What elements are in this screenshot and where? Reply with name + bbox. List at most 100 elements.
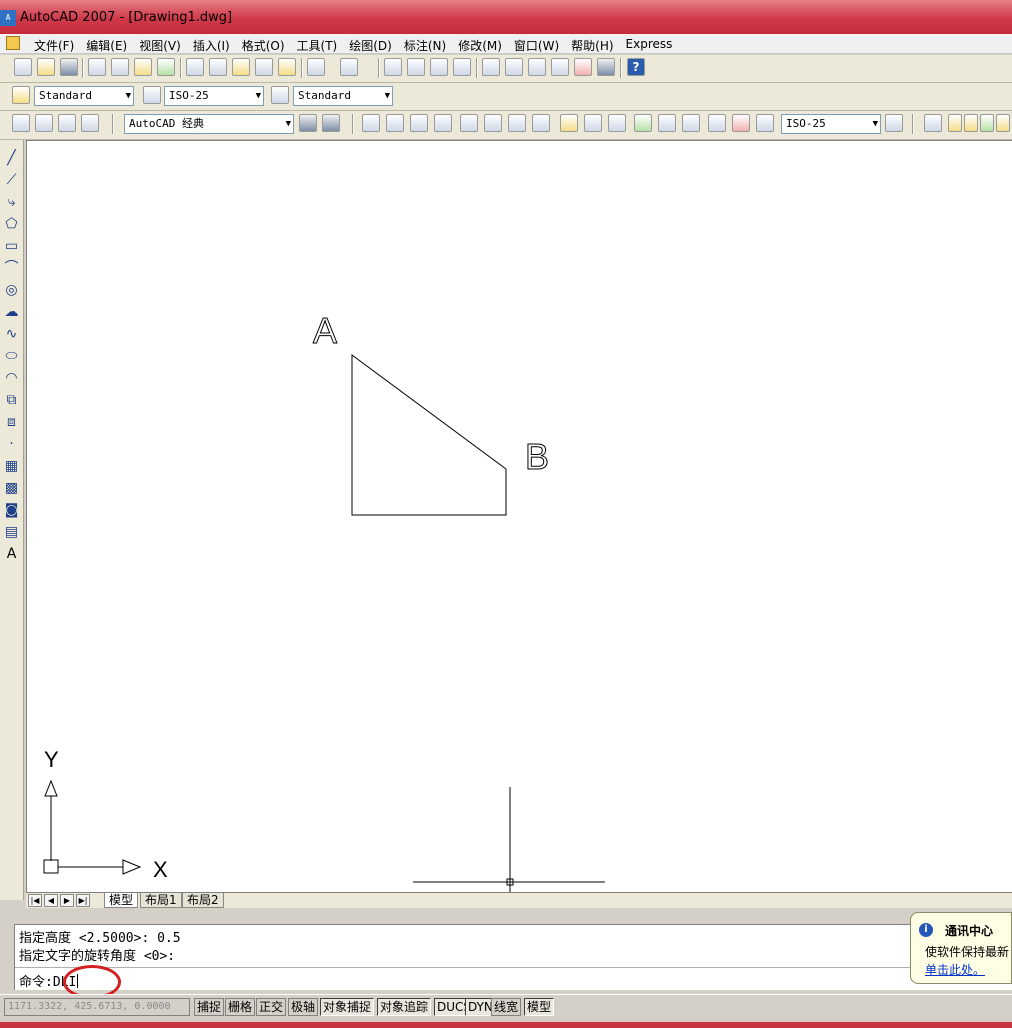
workspace-select[interactable]: AutoCAD 经典 ▼	[124, 114, 294, 134]
model-toggle[interactable]: 模型	[524, 998, 555, 1016]
aligned-dimension-icon[interactable]	[386, 114, 404, 132]
grid-toggle[interactable]: 栅格	[225, 998, 256, 1016]
tolerance-icon[interactable]	[658, 114, 676, 132]
polygon-icon[interactable]: ⬠	[3, 216, 20, 233]
publish-icon[interactable]	[134, 58, 152, 76]
arc-icon[interactable]: ⌒	[3, 260, 20, 277]
menu-help[interactable]: 帮助(H)	[565, 36, 619, 55]
viewport-icon[interactable]	[58, 114, 76, 132]
text-style-select[interactable]: Standard ▼	[34, 86, 134, 106]
3d-dwf-icon[interactable]	[157, 58, 175, 76]
line-icon[interactable]: ╱	[3, 150, 20, 167]
spline-icon[interactable]: ∿	[3, 326, 20, 343]
ellipse-icon[interactable]: ⬭	[3, 348, 20, 365]
polar-toggle[interactable]: 极轴	[288, 998, 319, 1016]
quick-dimension-icon[interactable]	[560, 114, 578, 132]
revcloud-icon[interactable]: ☁	[3, 304, 20, 321]
menu-dimension[interactable]: 标注(N)	[398, 36, 452, 55]
communication-center-balloon[interactable]: i 通讯中心 使软件保持最新 单击此处。	[910, 912, 1012, 984]
first-tab-icon[interactable]: |◀	[28, 894, 42, 907]
clip-viewport-icon[interactable]	[81, 114, 99, 132]
open-file-icon[interactable]	[37, 58, 55, 76]
polyline-icon[interactable]: ⤷	[3, 194, 20, 211]
radius-dimension-icon[interactable]	[460, 114, 478, 132]
menu-modify[interactable]: 修改(M)	[452, 36, 508, 55]
layer-manager-icon[interactable]	[924, 114, 942, 132]
dim-style-icon[interactable]	[143, 86, 161, 104]
zoom-window-icon[interactable]	[430, 58, 448, 76]
paste-icon[interactable]	[232, 58, 250, 76]
menu-file[interactable]: 文件(F)	[28, 36, 80, 55]
snap-toggle[interactable]: 捕捉	[194, 998, 225, 1016]
prev-tab-icon[interactable]: ◀	[44, 894, 58, 907]
osnap-toggle[interactable]: 对象捕捉	[320, 998, 375, 1016]
linear-dimension-icon[interactable]	[362, 114, 380, 132]
otrack-toggle[interactable]: 对象追踪	[377, 998, 432, 1016]
match-properties-icon[interactable]	[255, 58, 273, 76]
ortho-toggle[interactable]: 正交	[256, 998, 287, 1016]
menu-insert[interactable]: 插入(I)	[187, 36, 236, 55]
pan-icon[interactable]	[384, 58, 402, 76]
make-block-icon[interactable]: ⧈	[3, 414, 20, 431]
menu-draw[interactable]: 绘图(D)	[343, 36, 398, 55]
baseline-dimension-icon[interactable]	[584, 114, 602, 132]
continue-dimension-icon[interactable]	[608, 114, 626, 132]
last-tab-icon[interactable]: ▶|	[76, 894, 90, 907]
rectangle-icon[interactable]: ▭	[3, 238, 20, 255]
table-icon[interactable]: ▤	[3, 524, 20, 541]
text-icon[interactable]: A	[3, 546, 20, 563]
copy-icon[interactable]	[209, 58, 227, 76]
text-style-icon[interactable]	[12, 86, 30, 104]
redo-icon[interactable]	[340, 58, 358, 76]
block-editor-icon[interactable]	[278, 58, 296, 76]
circle-icon[interactable]: ◎	[3, 282, 20, 299]
ordinate-dimension-icon[interactable]	[434, 114, 452, 132]
menu-window[interactable]: 窗口(W)	[508, 36, 565, 55]
drawn-polygon[interactable]	[351, 354, 507, 516]
center-mark-icon[interactable]	[682, 114, 700, 132]
customize-icon[interactable]	[322, 114, 340, 132]
hatch-icon[interactable]: ▦	[3, 458, 20, 475]
command-history[interactable]: 指定高度 <2.5000>: 0.5 指定文字的旋转角度 <0>: 命令:DLI	[14, 924, 1012, 999]
markup-icon[interactable]	[574, 58, 592, 76]
design-center-icon[interactable]	[505, 58, 523, 76]
plot-icon[interactable]	[88, 58, 106, 76]
workspace-settings-icon[interactable]	[299, 114, 317, 132]
dimension-style-manager-icon[interactable]	[885, 114, 903, 132]
table-style-icon[interactable]	[271, 86, 289, 104]
point-icon[interactable]: ·	[3, 436, 20, 453]
autocad-app-icon[interactable]: A	[0, 10, 16, 26]
tool-palettes-icon[interactable]	[528, 58, 546, 76]
menu-express[interactable]: Express	[620, 36, 679, 55]
undo-icon[interactable]	[307, 58, 325, 76]
zoom-realtime-icon[interactable]	[407, 58, 425, 76]
label-b[interactable]: B	[525, 436, 550, 478]
menu-view[interactable]: 视图(V)	[133, 36, 187, 55]
workspace-icon[interactable]	[12, 114, 30, 132]
coordinates-readout[interactable]: 1171.3322, 425.6713, 0.0000	[4, 998, 190, 1016]
save-icon[interactable]	[60, 58, 78, 76]
dimension-text-edit-icon[interactable]	[732, 114, 750, 132]
dimension-edit-icon[interactable]	[708, 114, 726, 132]
menu-edit[interactable]: 编辑(E)	[80, 36, 133, 55]
layer-color-icon[interactable]	[996, 114, 1010, 132]
comm-center-link[interactable]: 单击此处。	[925, 961, 985, 978]
table-style-select[interactable]: Standard ▼	[293, 86, 393, 106]
sheet-set-icon[interactable]	[551, 58, 569, 76]
plot-preview-icon[interactable]	[111, 58, 129, 76]
tab-layout1[interactable]: 布局1	[140, 893, 182, 908]
document-icon[interactable]	[6, 36, 20, 50]
tab-model[interactable]: 模型	[104, 893, 139, 908]
drawing-canvas[interactable]: A B Y X	[26, 140, 1012, 893]
help-icon[interactable]: ?	[627, 58, 645, 76]
label-a[interactable]: A	[313, 310, 338, 352]
lineweight-toggle[interactable]: 线宽	[491, 998, 522, 1016]
construction-line-icon[interactable]: ⟋	[3, 172, 20, 189]
region-icon[interactable]: ◙	[3, 502, 20, 519]
jogged-dimension-icon[interactable]	[484, 114, 502, 132]
quick-leader-icon[interactable]	[634, 114, 652, 132]
next-tab-icon[interactable]: ▶	[60, 894, 74, 907]
ellipse-arc-icon[interactable]: ◠	[3, 370, 20, 387]
menu-format[interactable]: 格式(O)	[236, 36, 291, 55]
layer-lock-icon[interactable]	[980, 114, 994, 132]
